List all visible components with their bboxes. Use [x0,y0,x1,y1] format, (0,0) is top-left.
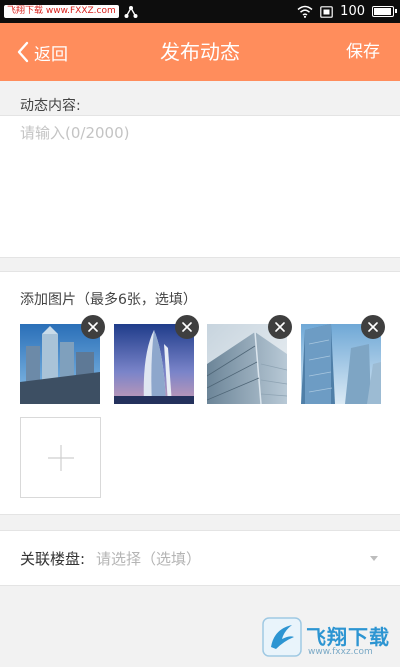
logo-url: www.fxxz.com [308,647,373,657]
sim-icon [320,5,333,18]
remove-image-button[interactable] [81,315,105,339]
status-left: 飞翔下载 www.FXXZ.com [4,3,138,20]
plus-icon [48,445,74,471]
close-icon [88,322,98,332]
battery-icon [372,6,397,17]
watermark-tag: 飞翔下载 www.FXXZ.com [4,5,119,18]
remove-image-button[interactable] [361,315,385,339]
battery-fill [374,8,391,15]
logo-mark-icon [262,617,302,657]
content-card [0,115,400,258]
images-card: 添加图片（最多6张，选填） [0,271,400,515]
images-label: 添加图片（最多6张，选填） [20,292,197,308]
status-bar: 飞翔下载 www.FXXZ.com 100 [0,0,400,23]
remove-image-button[interactable] [175,315,199,339]
status-right: 100 [297,3,397,20]
back-label: 返回 [34,44,68,65]
property-placeholder: 请选择（选填） [96,550,202,568]
add-image-button[interactable] [20,417,101,498]
dropdown-arrow-icon [370,556,378,561]
battery-text: 100 [340,4,365,19]
content-label: 动态内容: [20,98,81,114]
close-icon [368,322,378,332]
close-icon [182,322,192,332]
wifi-icon [297,5,313,18]
chevron-left-icon [17,41,29,63]
property-select[interactable]: 关联楼盘: 请选择（选填） [0,530,400,586]
remove-image-button[interactable] [268,315,292,339]
save-button[interactable]: 保存 [346,23,380,81]
logo-text: 飞翔下载 [306,625,390,649]
back-button[interactable]: 返回 [16,23,68,81]
header-bar: 返回 发布动态 保存 [0,23,400,81]
close-icon [275,322,285,332]
share-icon [124,5,138,18]
property-label: 关联楼盘: [20,550,86,568]
content-input[interactable] [20,122,380,248]
site-logo: 飞翔下载 www.fxxz.com [262,617,394,661]
